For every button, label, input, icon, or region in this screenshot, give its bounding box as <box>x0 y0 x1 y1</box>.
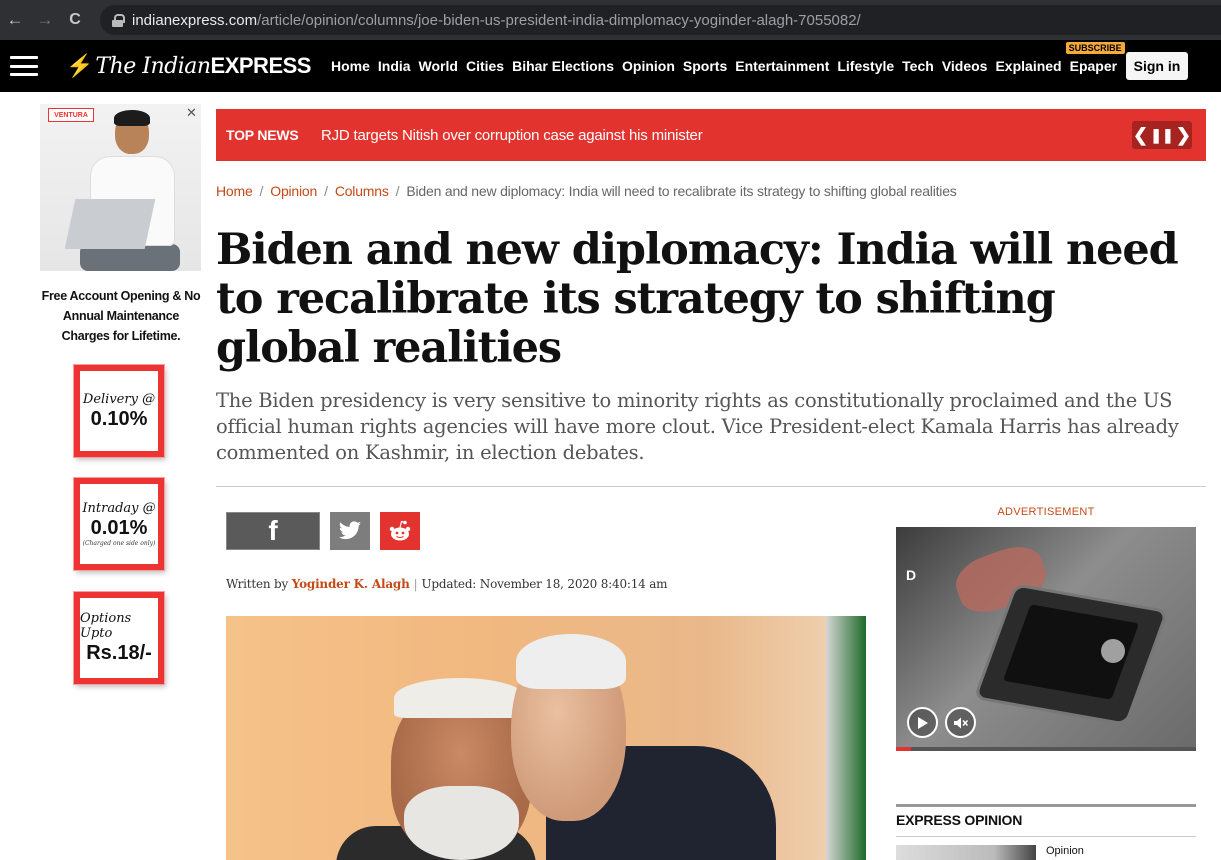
written-by-label: Written by <box>226 577 289 591</box>
article-headline: Biden and new diplomacy: India will need… <box>216 225 1179 373</box>
ad-offer-text: Free Account Opening & No Annual Mainten… <box>41 289 201 343</box>
ad-box-line3: (Charged one side only) <box>82 540 156 547</box>
left-advertisement[interactable]: VENTURA ✕ Free Account Opening & No Annu… <box>40 104 202 704</box>
twitter-icon <box>338 521 361 540</box>
byline-separator: | <box>413 577 418 591</box>
facebook-icon: f <box>268 515 278 546</box>
nav-home[interactable]: Home <box>331 58 370 74</box>
breadcrumb-opinion[interactable]: Opinion <box>270 183 317 199</box>
hamburger-menu-icon[interactable] <box>10 56 38 76</box>
article-synopsis: The Biden presidency is very sensitive t… <box>216 389 1179 464</box>
nav-sports[interactable]: Sports <box>683 58 727 74</box>
ad-box-line2: 0.10% <box>90 407 148 430</box>
nav-lifestyle[interactable]: Lifestyle <box>837 58 894 74</box>
nav-entertainment[interactable]: Entertainment <box>735 58 829 74</box>
back-icon[interactable]: ← <box>0 5 30 35</box>
logo-the-text: The Indian <box>95 53 211 79</box>
share-facebook-button[interactable]: f <box>226 512 320 550</box>
breadcrumb-separator: / <box>324 183 328 199</box>
nav-tech[interactable]: Tech <box>902 58 934 74</box>
ad-box-line1: Delivery @ <box>82 391 156 407</box>
ad-box-intraday: Intraday @ 0.01% (Charged one side only) <box>74 478 164 570</box>
logo-express-text: EXPRESS <box>210 53 312 78</box>
ad-photo: VENTURA ✕ <box>40 104 201 271</box>
forward-icon[interactable]: → <box>30 5 60 35</box>
updated-timestamp: Updated: November 18, 2020 8:40:14 am <box>421 577 668 591</box>
ad-box-delivery: Delivery @ 0.10% <box>74 365 164 457</box>
ticker-prev-icon[interactable]: ❮ <box>1133 125 1148 146</box>
nav-epaper[interactable]: SUBSCRIBE Epaper <box>1065 42 1125 74</box>
site-logo[interactable]: ⚡ The Indian EXPRESS <box>66 53 311 79</box>
nav-india[interactable]: India <box>378 58 411 74</box>
nav-videos[interactable]: Videos <box>942 58 988 74</box>
opinion-thumbnail[interactable] <box>896 845 1036 860</box>
mute-button[interactable] <box>945 707 976 738</box>
main-nav: Home India World Cities Bihar Elections … <box>331 42 1125 74</box>
ad-box-line2: 0.01% <box>90 517 148 539</box>
breadcrumb-home[interactable]: Home <box>216 183 253 199</box>
breadcrumb-separator: / <box>259 183 264 199</box>
advertisement-label: ADVERTISEMENT <box>997 506 1095 518</box>
video-brand-icon: D <box>906 567 917 583</box>
site-header: ⚡ The Indian EXPRESS Home India World Ci… <box>0 40 1221 92</box>
ticker-controls: ❮ ❚❚ ❯ <box>1132 121 1192 149</box>
address-bar[interactable]: indianexpress.com/article/opinion/column… <box>100 5 1221 35</box>
ad-brand-logo: VENTURA <box>48 108 94 122</box>
ad-close-icon[interactable]: ✕ <box>186 105 197 121</box>
url-path: /article/opinion/columns/joe-biden-us-pr… <box>257 11 861 29</box>
divider <box>216 486 1206 487</box>
play-icon <box>917 716 928 729</box>
sign-in-button[interactable]: Sign in <box>1126 52 1188 80</box>
breadcrumb-separator: / <box>395 183 400 199</box>
nav-explained[interactable]: Explained <box>995 58 1061 74</box>
section-rule <box>896 804 1196 807</box>
nav-epaper-label: Epaper <box>1069 58 1118 74</box>
video-progress-bar[interactable] <box>896 747 1196 751</box>
ad-box-line1: Options Upto <box>80 611 132 641</box>
top-news-label: TOP NEWS <box>226 127 299 143</box>
video-advertisement[interactable]: D <box>896 527 1196 751</box>
ad-box-line1: Intraday @ <box>82 501 156 516</box>
author-link[interactable]: Yoginder K. Alagh <box>292 577 410 591</box>
breadcrumb: Home / Opinion / Columns / Biden and new diplo… <box>216 183 957 199</box>
url-domain: indianexpress.com <box>132 11 258 29</box>
ticker-next-icon[interactable]: ❯ <box>1176 125 1191 146</box>
express-opinion-title[interactable]: EXPRESS OPINION <box>896 812 1022 828</box>
breadcrumb-columns[interactable]: Columns <box>335 183 389 199</box>
section-divider <box>896 836 1196 837</box>
top-news-ticker: TOP NEWS RJD targets Nitish over corrupt… <box>216 109 1206 161</box>
video-progress-fill <box>896 747 911 751</box>
subscribe-badge[interactable]: SUBSCRIBE <box>1065 42 1125 54</box>
reload-icon[interactable]: C <box>60 5 90 35</box>
opinion-category-label[interactable]: Opinion <box>1046 845 1084 857</box>
breadcrumb-current: Biden and new diplomacy: India will need… <box>406 183 957 199</box>
ticker-pause-icon[interactable]: ❚❚ <box>1150 127 1173 144</box>
share-twitter-button[interactable] <box>330 512 370 550</box>
nav-bihar-elections[interactable]: Bihar Elections <box>512 58 614 74</box>
nav-world[interactable]: World <box>419 58 458 74</box>
top-news-headline[interactable]: RJD targets Nitish over corruption case … <box>321 127 703 144</box>
nav-cities[interactable]: Cities <box>466 58 504 74</box>
mute-icon <box>953 717 968 728</box>
play-button[interactable] <box>907 707 938 738</box>
browser-toolbar: ← → C indianexpress.com/article/opinion/… <box>0 0 1221 40</box>
lock-icon <box>112 13 125 27</box>
nav-opinion[interactable]: Opinion <box>622 58 675 74</box>
share-reddit-button[interactable] <box>380 512 420 550</box>
ad-box-line2: Rs.18/- <box>86 642 152 664</box>
article-image[interactable] <box>226 616 866 860</box>
ad-box-options: Options Upto Rs.18/- <box>74 592 164 684</box>
logo-mark-icon: ⚡ <box>66 53 94 78</box>
reddit-icon <box>389 520 411 541</box>
byline: Written by Yoginder K. Alagh | Updated: No… <box>226 577 668 591</box>
